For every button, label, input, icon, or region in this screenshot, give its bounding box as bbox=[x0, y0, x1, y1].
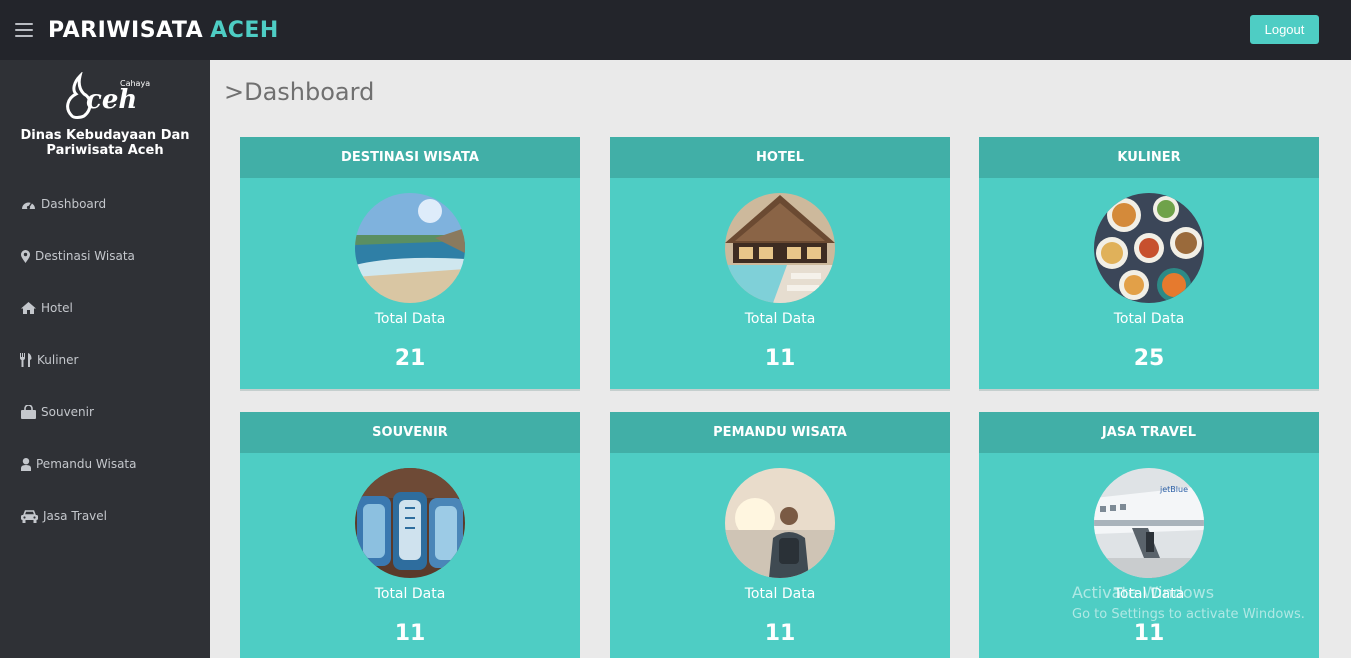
shopping-bag-icon bbox=[20, 405, 36, 419]
logout-button[interactable]: Logout bbox=[1250, 15, 1319, 44]
souvenir-bags-image bbox=[355, 468, 465, 578]
card-title: PEMANDU WISATA bbox=[610, 412, 950, 453]
airplane-image: jetBlue bbox=[1094, 468, 1204, 578]
card-destinasi-wisata[interactable]: DESTINASI WISATA Total Data 21 bbox=[240, 137, 580, 389]
sidebar-item-jasa-travel[interactable]: Jasa Travel bbox=[0, 490, 210, 542]
card-title: KULINER bbox=[979, 137, 1319, 178]
card-kuliner[interactable]: KULINER Total Data 25 bbox=[979, 137, 1319, 389]
card-title: HOTEL bbox=[610, 137, 950, 178]
beach-image bbox=[355, 193, 465, 303]
page-title: >Dashboard bbox=[224, 78, 374, 106]
sidebar-item-label: Hotel bbox=[41, 301, 73, 315]
windows-activation-watermark: Activate Windows Go to Settings to activ… bbox=[1072, 582, 1305, 626]
sidebar-item-destinasi-wisata[interactable]: Destinasi Wisata bbox=[0, 230, 210, 282]
breadcrumb-chevron: > bbox=[224, 78, 245, 106]
card-souvenir[interactable]: SOUVENIR Total Data 11 bbox=[240, 412, 580, 658]
top-navbar: PARIWISATA ACEH Logout bbox=[0, 0, 1351, 60]
card-title: DESTINASI WISATA bbox=[240, 137, 580, 178]
map-marker-icon bbox=[20, 249, 30, 263]
card-pemandu-wisata[interactable]: PEMANDU WISATA Total Data 11 bbox=[610, 412, 950, 658]
cutlery-icon bbox=[20, 353, 32, 367]
car-icon bbox=[20, 509, 38, 523]
sidebar-item-label: Pemandu Wisata bbox=[36, 457, 137, 471]
user-icon bbox=[20, 457, 31, 471]
home-icon bbox=[20, 301, 36, 315]
organization-name-line1: Dinas Kebudayaan Dan bbox=[20, 128, 190, 143]
sidebar-item-label: Destinasi Wisata bbox=[35, 249, 135, 263]
sidebar-item-souvenir[interactable]: Souvenir bbox=[0, 386, 210, 438]
sidebar-item-label: Kuliner bbox=[37, 353, 79, 367]
card-hotel[interactable]: HOTEL Total Data 11 bbox=[610, 137, 950, 389]
dashboard-icon bbox=[20, 197, 36, 211]
sidebar-item-kuliner[interactable]: Kuliner bbox=[0, 334, 210, 386]
card-value: 11 bbox=[394, 621, 426, 646]
page-title-text: Dashboard bbox=[244, 78, 375, 106]
sidebar-item-label: Jasa Travel bbox=[43, 509, 107, 523]
card-label: Total Data bbox=[744, 586, 816, 602]
watermark-title: Activate Windows bbox=[1072, 583, 1215, 602]
card-label: Total Data bbox=[374, 586, 446, 602]
sidebar-item-dashboard[interactable]: Dashboard bbox=[0, 178, 210, 230]
brand-title: PARIWISATA ACEH bbox=[48, 18, 279, 43]
card-value: 25 bbox=[1133, 346, 1165, 371]
sidebar-item-hotel[interactable]: Hotel bbox=[0, 282, 210, 334]
food-image bbox=[1094, 193, 1204, 303]
card-label: Total Data bbox=[1113, 311, 1185, 327]
brand-title-part2: ACEH bbox=[210, 17, 279, 43]
sidebar-menu: Dashboard Destinasi Wisata Hotel Kuliner… bbox=[0, 178, 210, 542]
cahaya-aceh-logo: Cahaya ceh bbox=[62, 71, 152, 122]
hotel-image bbox=[725, 193, 835, 303]
card-label: Total Data bbox=[744, 311, 816, 327]
card-title: JASA TRAVEL bbox=[979, 412, 1319, 453]
hamburger-icon[interactable] bbox=[15, 23, 33, 37]
card-value: 11 bbox=[764, 346, 796, 371]
card-label: Total Data bbox=[374, 311, 446, 327]
card-value: 11 bbox=[764, 621, 796, 646]
main-content: >Dashboard DESTINASI WISATA Total Data 2… bbox=[210, 60, 1351, 658]
traveler-image bbox=[725, 468, 835, 578]
sidebar-item-label: Souvenir bbox=[41, 405, 94, 419]
sidebar: Cahaya ceh Dinas Kebudayaan Dan Pariwisa… bbox=[0, 60, 210, 658]
watermark-subtitle: Go to Settings to activate Windows. bbox=[1072, 607, 1305, 622]
svg-text:ceh: ceh bbox=[86, 85, 137, 115]
sidebar-item-label: Dashboard bbox=[41, 197, 107, 211]
organization-name: Dinas Kebudayaan Dan Pariwisata Aceh bbox=[0, 128, 210, 158]
brand-title-part1: PARIWISATA bbox=[48, 17, 204, 43]
organization-name-line2: Pariwisata Aceh bbox=[46, 143, 164, 158]
sidebar-item-pemandu-wisata[interactable]: Pemandu Wisata bbox=[0, 438, 210, 490]
svg-text:jetBlue: jetBlue bbox=[1159, 485, 1188, 494]
card-title: SOUVENIR bbox=[240, 412, 580, 453]
card-value: 21 bbox=[394, 346, 426, 371]
